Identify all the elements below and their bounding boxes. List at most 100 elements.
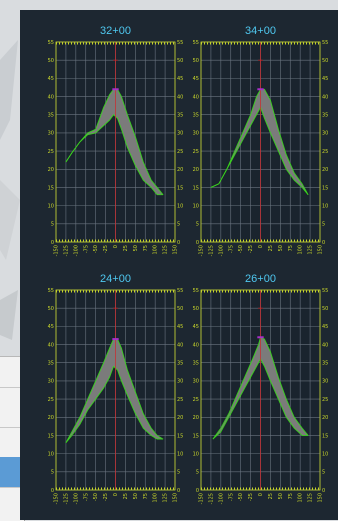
- x-tick-label: -75: [228, 245, 234, 253]
- y-tick-label-right: 50: [322, 58, 328, 64]
- y-tick-label-left: 30: [48, 379, 54, 385]
- x-tick-label: -100: [218, 493, 224, 504]
- y-tick-label-left: 10: [48, 203, 54, 209]
- x-tick-label: 100: [298, 245, 304, 255]
- y-tick-label-right: 20: [322, 167, 328, 173]
- y-tick-label-left: 40: [48, 342, 54, 348]
- y-tick-label-right: 10: [177, 451, 183, 457]
- y-tick-label-left: 45: [193, 324, 199, 330]
- y-tick-label-right: 5: [177, 470, 180, 476]
- chart-panel-24-00: 24+00 0 0 5 5 10 10 15 15 20 20 25 25 30 30 35 35 40 40 45 4…: [43, 268, 188, 518]
- y-tick-label-right: 0: [177, 240, 180, 246]
- x-tick-label: 25: [123, 493, 129, 499]
- y-tick-label-left: 55: [48, 288, 54, 294]
- y-tick-label-left: 0: [196, 488, 199, 494]
- x-tick-label: 150: [173, 245, 179, 255]
- y-tick-label-right: 0: [322, 240, 325, 246]
- y-tick-label-left: 25: [193, 397, 199, 403]
- y-tick-label-left: 25: [48, 149, 54, 155]
- x-tick-label: 125: [308, 493, 314, 503]
- y-tick-label-right: 30: [322, 131, 328, 137]
- y-tick-label-left: 0: [51, 240, 54, 246]
- y-tick-label-left: 10: [193, 203, 199, 209]
- x-tick-label: -125: [208, 245, 214, 256]
- y-tick-label-left: 45: [48, 324, 54, 330]
- x-tick-label: 0: [113, 245, 119, 248]
- y-tick-label-left: 5: [196, 470, 199, 476]
- y-tick-label-left: 25: [48, 397, 54, 403]
- x-tick-label: 75: [143, 493, 149, 499]
- x-tick-label: 50: [278, 245, 284, 251]
- x-tick-label: -150: [199, 493, 205, 504]
- y-tick-label-right: 20: [322, 415, 328, 421]
- cross-section-chart: 26+000 05 510 1015 1520 2025 2530 3035 3540 4045 4…: [193, 273, 329, 504]
- y-tick-label-right: 30: [322, 379, 328, 385]
- y-tick-label-left: 55: [193, 40, 199, 46]
- y-tick-label-left: 30: [48, 131, 54, 137]
- y-tick-label-right: 25: [177, 149, 183, 155]
- y-tick-label-right: 50: [177, 58, 183, 64]
- y-tick-label-left: 25: [193, 149, 199, 155]
- y-tick-label-right: 30: [177, 379, 183, 385]
- x-tick-label: -50: [238, 245, 244, 253]
- y-tick-label-left: 45: [48, 76, 54, 82]
- y-tick-label-right: 15: [322, 185, 328, 191]
- x-tick-label: -150: [54, 245, 60, 256]
- chart-title: 32+00: [100, 25, 131, 37]
- x-tick-label: 50: [278, 493, 284, 499]
- x-tick-label: -100: [218, 245, 224, 256]
- x-tick-label: 100: [298, 493, 304, 503]
- y-tick-label-right: 35: [177, 361, 183, 367]
- x-tick-label: -125: [208, 493, 214, 504]
- y-tick-label-right: 5: [322, 470, 325, 476]
- x-tick-label: 100: [153, 493, 159, 503]
- y-tick-label-right: 50: [322, 306, 328, 312]
- y-tick-label-right: 40: [177, 94, 183, 100]
- y-tick-label-left: 20: [48, 167, 54, 173]
- x-tick-label: -25: [103, 245, 109, 253]
- x-tick-label: -50: [238, 493, 244, 501]
- y-tick-label-left: 35: [48, 113, 54, 119]
- y-tick-label-left: 10: [193, 451, 199, 457]
- y-tick-label-right: 20: [177, 415, 183, 421]
- y-tick-label-right: 30: [177, 131, 183, 137]
- y-tick-label-left: 50: [193, 306, 199, 312]
- cross-section-plot-window: 32+00 0 0 5 5 10 10 15 15 20 20 25 25 30 30 35 35 40 40 45 4…: [20, 10, 338, 520]
- y-tick-label-right: 55: [322, 288, 328, 294]
- chart-panel-26-00: 26+00 0 0 5 5 10 10 15 15 20 20 25 25 30 30 35 35 40 40 45 4…: [188, 268, 333, 518]
- cross-section-chart: 32+000 05 510 1015 1520 2025 2530 3035 3540 4045 4…: [48, 25, 184, 256]
- y-tick-label-left: 40: [193, 94, 199, 100]
- y-tick-label-left: 15: [48, 185, 54, 191]
- y-tick-label-left: 15: [193, 185, 199, 191]
- y-tick-label-right: 35: [177, 113, 183, 119]
- y-tick-label-left: 45: [193, 76, 199, 82]
- x-tick-label: 25: [268, 245, 274, 251]
- y-tick-label-right: 15: [177, 433, 183, 439]
- y-tick-label-right: 5: [322, 222, 325, 228]
- y-tick-label-left: 55: [48, 40, 54, 46]
- x-tick-label: 100: [153, 245, 159, 255]
- x-tick-label: -150: [199, 245, 205, 256]
- y-tick-label-left: 20: [193, 167, 199, 173]
- x-tick-label: 150: [318, 245, 324, 255]
- y-tick-label-left: 50: [48, 58, 54, 64]
- x-tick-label: 50: [133, 493, 139, 499]
- chart-title: 34+00: [245, 25, 276, 37]
- y-tick-label-left: 0: [51, 488, 54, 494]
- y-tick-label-right: 50: [177, 306, 183, 312]
- y-tick-label-right: 5: [177, 222, 180, 228]
- y-tick-label-left: 5: [51, 470, 54, 476]
- x-tick-label: 0: [113, 493, 119, 496]
- cross-section-chart: 34+000 05 510 1015 1520 2025 2530 3035 3540 4045 4…: [193, 25, 329, 256]
- y-tick-label-right: 35: [322, 113, 328, 119]
- y-tick-label-right: 55: [177, 40, 183, 46]
- y-tick-label-left: 30: [193, 131, 199, 137]
- x-tick-label: 75: [288, 493, 294, 499]
- x-tick-label: 0: [258, 493, 264, 496]
- x-tick-label: -150: [54, 493, 60, 504]
- x-tick-label: 125: [163, 245, 169, 255]
- y-tick-label-left: 15: [48, 433, 54, 439]
- chart-panel-34-00: 34+00 0 0 5 5 10 10 15 15 20 20 25 25 30 30 35 35 40 40 45 4…: [188, 20, 333, 270]
- y-tick-label-right: 45: [322, 76, 328, 82]
- x-tick-label: 25: [123, 245, 129, 251]
